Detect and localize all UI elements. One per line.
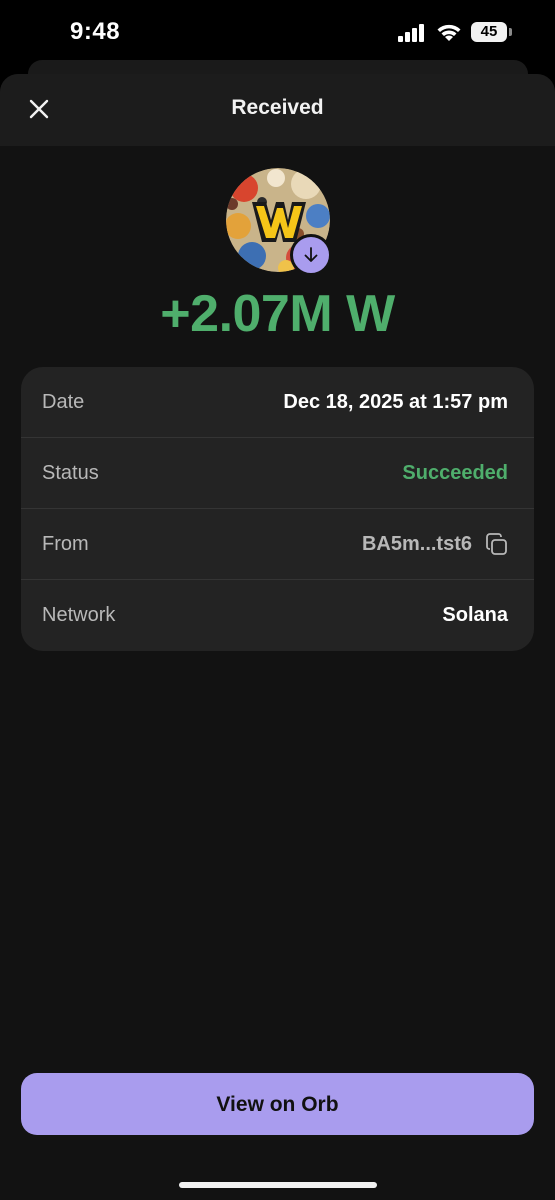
- status-time: 9:48: [70, 18, 121, 45]
- copy-icon[interactable]: [484, 532, 510, 558]
- date-value: Dec 18, 2025 at 1:57 pm: [283, 391, 508, 413]
- battery-tip: [509, 28, 512, 36]
- receive-badge: [290, 234, 332, 276]
- from-address: BA5m...tst6: [361, 533, 472, 555]
- date-label: Date: [42, 391, 85, 413]
- transaction-sheet: Received +2.07M W Date Dec 18, 2025 at 1…: [0, 74, 555, 1200]
- detail-row-from: From BA5m...tst6: [21, 509, 534, 580]
- received-amount: +2.07M W: [160, 285, 395, 343]
- view-on-orb-button[interactable]: View on Orb: [21, 1073, 534, 1135]
- network-label: Network: [42, 604, 116, 626]
- cellular-signal-icon: [398, 24, 428, 42]
- wifi-icon: [437, 24, 461, 41]
- status-bar: 9:48 45: [0, 0, 555, 66]
- battery-indicator: 45: [471, 22, 507, 42]
- from-label: From: [42, 533, 89, 555]
- sheet-header: Received: [0, 74, 555, 146]
- home-indicator[interactable]: [179, 1182, 377, 1188]
- page-title: Received: [231, 96, 324, 119]
- detail-row-status: Status Succeeded: [21, 438, 534, 509]
- details-card: Date Dec 18, 2025 at 1:57 pm Status Succ…: [21, 367, 534, 651]
- status-label: Status: [42, 462, 99, 484]
- status-value: Succeeded: [402, 462, 508, 484]
- detail-row-date: Date Dec 18, 2025 at 1:57 pm: [21, 367, 534, 438]
- arrow-down-icon: [304, 247, 318, 262]
- detail-row-network: Network Solana: [21, 580, 534, 651]
- network-value: Solana: [442, 604, 508, 626]
